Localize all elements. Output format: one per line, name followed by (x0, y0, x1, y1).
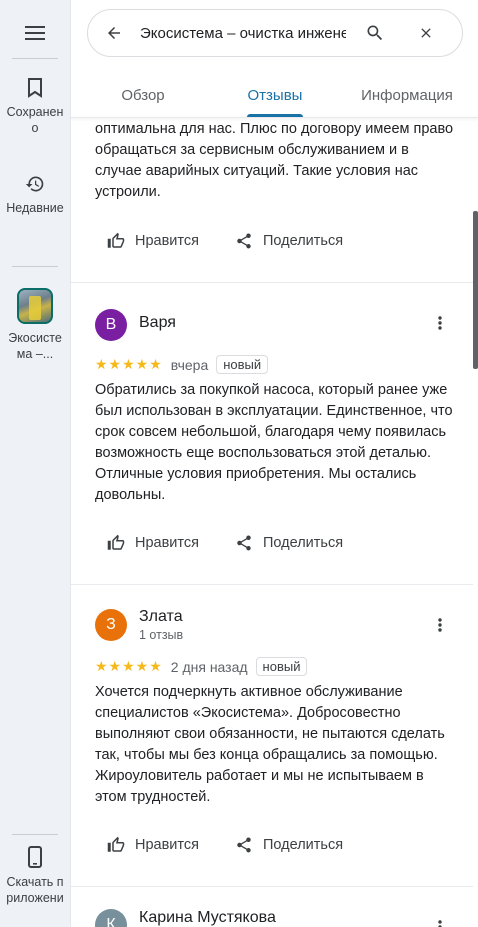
like-button[interactable]: Нравится (107, 836, 199, 854)
more-vert-icon (438, 618, 442, 632)
review-meta: ★★★★★ вчера новый (95, 355, 269, 374)
share-label: Поделиться (262, 837, 344, 853)
review-text: Обратились за покупкой насоса, который р… (95, 382, 453, 503)
tab-overview[interactable]: Обзор (93, 78, 193, 114)
recent-button[interactable]: Недавние (0, 174, 70, 216)
thumb-up-icon (107, 534, 125, 550)
thumb-up-icon (107, 232, 125, 248)
share-button[interactable]: Поделиться (235, 836, 343, 854)
search-box: Экосистема – очистка инженерных систем (87, 9, 463, 57)
avatar[interactable]: В (95, 309, 127, 341)
reviewer-name[interactable]: Злата (139, 608, 183, 626)
review-divider (71, 584, 473, 585)
share-label: Поделиться (262, 535, 344, 551)
review-actions: Нравится Поделиться (107, 534, 379, 552)
hamburger-menu-icon (25, 26, 45, 40)
share-icon (237, 233, 251, 249)
tab-info[interactable]: Информация (355, 78, 459, 114)
reviewer-name[interactable]: Карина Мустякова (139, 909, 276, 927)
new-badge: новый (255, 657, 308, 676)
review-text: Хочется подчеркнуть активное обслуживани… (95, 684, 445, 805)
share-button[interactable]: Поделиться (235, 534, 343, 552)
rail-divider (12, 266, 58, 267)
review-divider (71, 886, 473, 887)
rail-divider (12, 834, 58, 835)
like-label: Нравится (135, 535, 199, 551)
clear-search-button[interactable] (404, 25, 448, 41)
like-button[interactable]: Нравится (107, 534, 199, 552)
reviewer-name[interactable]: Варя (139, 314, 176, 332)
place-label: Экосистема –... (8, 331, 62, 361)
rail-divider (12, 58, 58, 59)
review-date: вчера (170, 356, 209, 373)
thumb-up-icon (107, 836, 125, 852)
review-date: 2 дня назад (170, 658, 248, 675)
like-label: Нравится (135, 233, 199, 249)
review-text: оптимальна для нас. Плюс по договору име… (95, 121, 454, 200)
left-rail: Сохранено Недавние Экосистема –... Скача… (0, 0, 71, 927)
phone-icon (28, 846, 42, 868)
reviews-list[interactable]: оптимальна для нас. Плюс по договору име… (71, 118, 478, 927)
reviewer-review-count[interactable]: 1 отзыв (139, 628, 183, 642)
review-actions: Нравится Поделиться (107, 836, 379, 854)
star-rating: ★★★★★ (95, 356, 163, 372)
more-options-button[interactable] (431, 316, 449, 334)
saved-label: Сохранено (6, 105, 64, 135)
search-button[interactable] (346, 23, 404, 43)
avatar[interactable]: К (95, 909, 127, 927)
more-vert-icon (438, 316, 442, 330)
search-input[interactable]: Экосистема – очистка инженерных систем (140, 25, 346, 42)
place-thumbnail (17, 288, 53, 324)
download-app-button[interactable]: Скачать приложение (0, 846, 70, 906)
back-button[interactable] (88, 9, 140, 57)
recent-place-button[interactable]: Экосистема –... (0, 288, 70, 362)
download-label: Скачать приложение (6, 875, 64, 905)
share-button[interactable]: Поделиться (235, 232, 343, 250)
like-button[interactable]: Нравится (107, 232, 199, 250)
share-label: Поделиться (262, 233, 344, 249)
menu-button[interactable] (0, 18, 70, 48)
close-icon (421, 28, 431, 38)
history-icon (25, 176, 44, 192)
share-icon (237, 837, 251, 853)
bookmark-icon (28, 78, 42, 98)
share-icon (237, 535, 251, 551)
avatar[interactable]: З (95, 609, 127, 641)
tab-reviews[interactable]: Отзывы (225, 78, 325, 114)
more-vert-icon (438, 920, 442, 927)
like-label: Нравится (135, 837, 199, 853)
recent-label: Недавние (6, 201, 64, 215)
more-options-button[interactable] (431, 618, 449, 636)
review-actions: Нравится Поделиться (107, 232, 379, 250)
review-meta: ★★★★★ 2 дня назад новый (95, 657, 308, 676)
review-divider (71, 282, 473, 283)
new-badge: новый (216, 355, 269, 374)
search-icon (367, 25, 383, 41)
saved-button[interactable]: Сохранено (0, 78, 70, 136)
more-options-button[interactable] (431, 920, 449, 927)
arrow-back-icon (108, 27, 120, 39)
star-rating: ★★★★★ (95, 658, 163, 674)
tab-bar: Обзор Отзывы Информация (71, 78, 478, 118)
scrollbar-thumb[interactable] (473, 211, 478, 369)
